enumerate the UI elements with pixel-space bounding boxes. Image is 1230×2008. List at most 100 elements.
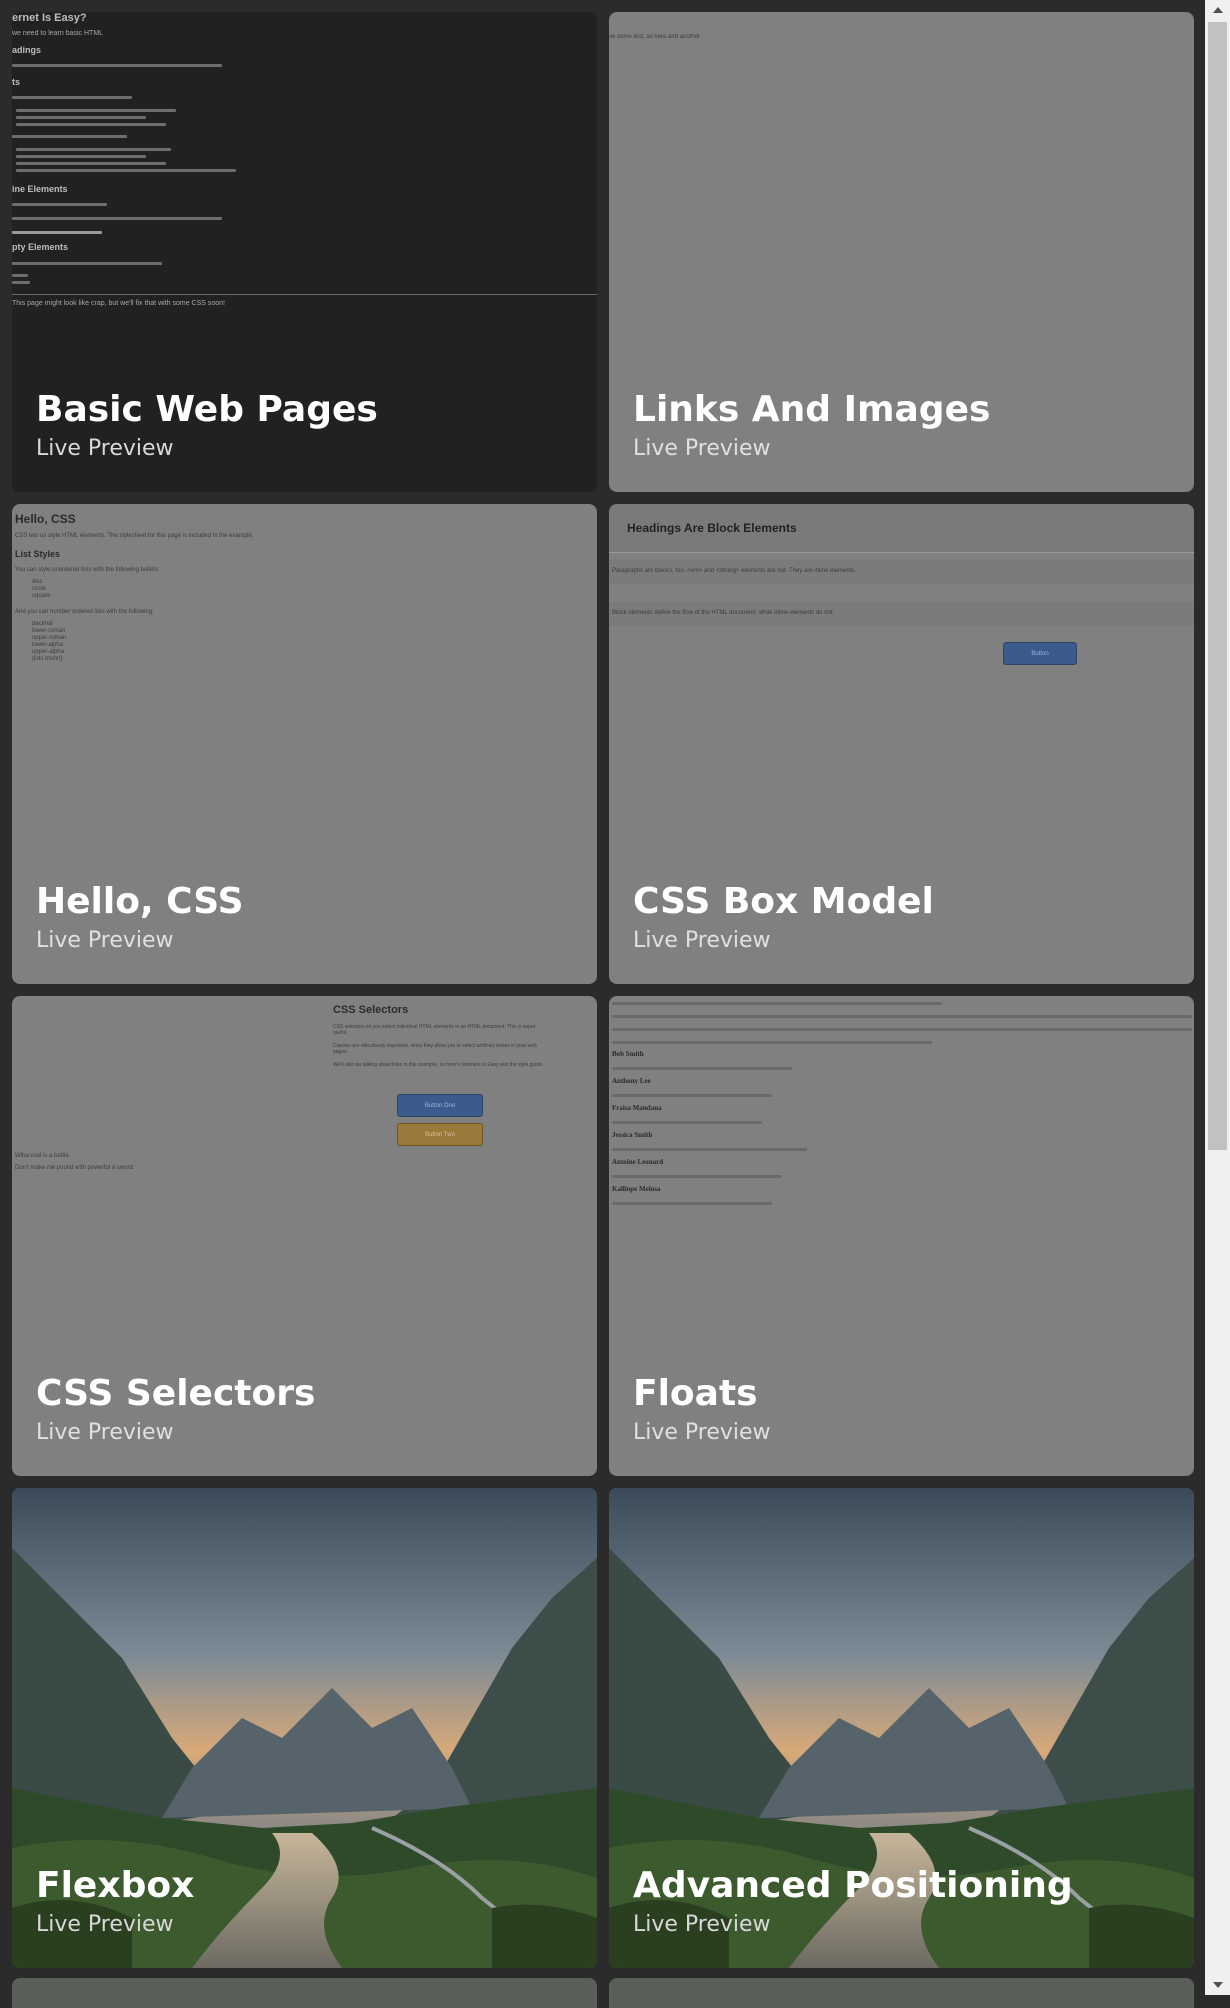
preview-line [12,203,107,206]
preview-line [16,155,146,158]
card-label: Hello, CSS Live Preview [36,880,244,958]
project-grid: ernet Is Easy? we need to learn basic HT… [12,12,1194,1968]
preview-name: Fraisa Mandana [612,1104,662,1112]
card-title: CSS Box Model [633,881,934,922]
preview-para: Block elements define the flow of the HT… [612,610,835,616]
preview-bullet: square [32,593,51,599]
project-card-css-box-model[interactable]: Headings Are Block Elements Paragraphs a… [609,504,1194,984]
card-title: Floats [633,1373,758,1414]
preview-section: adings [12,45,42,55]
live-preview-link[interactable]: Live Preview [36,432,378,466]
preview-para: Classes are ridiculously important, sinc… [333,1043,537,1055]
preview-line [16,148,171,151]
preview-ordered-item: (lots more!) [32,656,63,662]
preview-section: List Styles [15,549,61,559]
scrollbar-thumb[interactable] [1208,22,1227,1150]
preview-button-two: Button Two [397,1123,483,1146]
live-preview-link[interactable]: Live Preview [633,432,990,466]
live-preview-link[interactable]: Live Preview [633,1908,1073,1942]
page: ernet Is Easy? we need to learn basic HT… [0,0,1205,2008]
preview-name: Antoine Leonard [612,1158,664,1166]
preview-line [12,281,30,284]
preview-line [612,1041,932,1044]
preview-section: pty Elements [12,242,69,252]
preview-line [12,217,222,220]
live-preview-link[interactable]: Live Preview [36,1908,194,1942]
preview-line [16,123,166,126]
preview-line [12,262,162,265]
card-title: Advanced Positioning [633,1865,1073,1906]
preview-para: Paragraphs are blocks, too. <em> and <st… [612,568,857,574]
arrow-up-icon [1212,7,1223,13]
preview-line [12,96,132,99]
preview-line [612,1148,807,1151]
preview-side-text: Wiha cool is a battle. [15,1153,71,1159]
preview-section: ts [12,77,21,87]
preview-name: Anthony Lee [612,1077,651,1085]
preview-line [612,1175,782,1178]
preview-ordered-item: upper-alpha [32,649,65,655]
project-card-advanced-positioning[interactable]: Advanced Positioning Live Preview [609,1488,1194,1968]
preview-side-text: Don't make me pound with powerful a swor… [15,1165,135,1171]
preview-intro: we need to learn basic HTML [12,30,104,37]
card-title: Basic Web Pages [36,389,378,430]
preview-divider [609,552,1194,553]
preview-heading: Headings Are Block Elements [627,521,797,535]
live-preview-link[interactable]: Live Preview [36,924,244,958]
live-preview-link[interactable]: Live Preview [36,1416,315,1450]
project-card-hello-css[interactable]: Hello, CSS CSS lets us style HTML elemen… [12,504,597,984]
project-card-partial[interactable] [12,1978,597,2008]
project-card-partial[interactable] [609,1978,1194,2008]
card-label: CSS Box Model Live Preview [633,880,934,958]
project-card-css-selectors[interactable]: CSS Selectors CSS selectors let you sele… [12,996,597,1476]
card-title: Links And Images [633,389,991,430]
preview-line [612,1002,942,1005]
card-label: Links And Images Live Preview [633,388,990,466]
preview-line [16,116,146,119]
preview-heading: CSS Selectors [333,1004,409,1016]
preview-name: Kalliope Melosa [612,1185,661,1193]
card-label: Advanced Positioning Live Preview [633,1864,1073,1942]
preview-ordered-item: decimal [32,621,53,627]
preview-bullet: circle [32,586,47,592]
preview-heading: ernet Is Easy? [12,12,87,24]
preview-line [612,1015,1192,1018]
preview-list-intro: You can style unordered lists with the f… [15,567,160,573]
preview-line [612,1121,762,1124]
preview-para: CSS selectors let you select individual … [333,1024,536,1036]
card-title: Hello, CSS [36,881,244,922]
arrow-down-icon [1212,1982,1223,1988]
project-card-basic-web-pages[interactable]: ernet Is Easy? we need to learn basic HT… [12,12,597,492]
preview-heading: Hello, CSS [15,512,76,526]
preview-para: We'll also be talking about links in thi… [333,1062,544,1068]
card-title: CSS Selectors [36,1373,316,1414]
scroll-up-button[interactable] [1205,0,1230,20]
preview-line [612,1202,772,1205]
preview-line [12,135,127,138]
preview-footer: This page might look like crap, but we'l… [12,300,225,307]
preview-button: Button [1003,642,1077,665]
vertical-scrollbar[interactable] [1205,0,1230,1995]
preview-line [12,64,222,67]
preview-line [12,274,28,277]
preview-intro: CSS lets us style HTML elements. The sty… [15,533,254,539]
preview-line [16,162,166,165]
preview-button-one: Button One [397,1094,483,1117]
card-label: Basic Web Pages Live Preview [36,388,378,466]
card-title: Flexbox [36,1865,195,1906]
preview-line [612,1028,1192,1031]
project-card-floats[interactable]: Bob Smith Anthony Lee Fraisa Mandana Jes… [609,996,1194,1476]
project-card-flexbox[interactable]: Flexbox Live Preview [12,1488,597,1968]
project-card-links-and-images[interactable]: ve some text, so here and another Links … [609,12,1194,492]
preview-name: Bob Smith [612,1050,644,1058]
preview-ordered-item: upper-roman [32,635,67,641]
live-preview-link[interactable]: Live Preview [633,1416,771,1450]
live-preview-link[interactable]: Live Preview [633,924,934,958]
preview-line [16,169,236,172]
preview-ordered-item: lower-roman [32,628,66,634]
preview-name: Jessica Smith [612,1131,653,1139]
preview-line [16,109,176,112]
card-label: CSS Selectors Live Preview [36,1372,315,1450]
scroll-down-button[interactable] [1205,1975,1230,1995]
preview-line [612,1067,792,1070]
